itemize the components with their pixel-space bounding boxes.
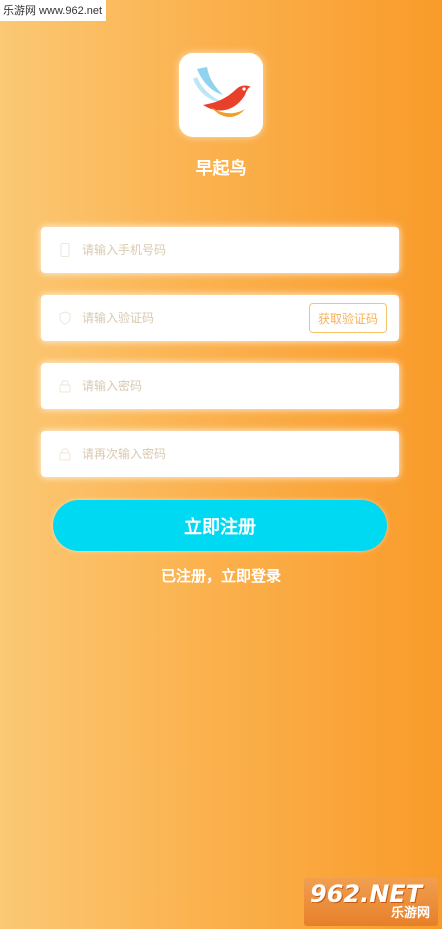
login-link[interactable]: 已注册，立即登录 bbox=[0, 565, 442, 586]
password-field[interactable] bbox=[41, 363, 399, 409]
lock-icon bbox=[58, 447, 72, 461]
register-button[interactable]: 立即注册 bbox=[53, 500, 387, 551]
watermark-bottom: 962.NET 乐游网 bbox=[304, 878, 438, 926]
confirm-password-input[interactable] bbox=[82, 431, 399, 477]
code-field[interactable]: 获取验证码 bbox=[41, 295, 399, 341]
phone-icon bbox=[58, 243, 72, 257]
password-input[interactable] bbox=[82, 363, 399, 409]
app-logo bbox=[179, 53, 263, 137]
watermark-top: 乐游网 www.962.net bbox=[0, 0, 107, 21]
phone-field[interactable] bbox=[41, 227, 399, 273]
confirm-password-field[interactable] bbox=[41, 431, 399, 477]
bird-logo-icon bbox=[193, 67, 251, 117]
phone-input[interactable] bbox=[82, 227, 399, 273]
app-name: 早起鸟 bbox=[195, 159, 247, 179]
code-input[interactable] bbox=[82, 295, 309, 341]
watermark-site: 乐游网 bbox=[390, 906, 430, 921]
shield-icon bbox=[58, 311, 72, 325]
lock-icon bbox=[58, 379, 72, 393]
get-code-button[interactable]: 获取验证码 bbox=[308, 303, 387, 333]
